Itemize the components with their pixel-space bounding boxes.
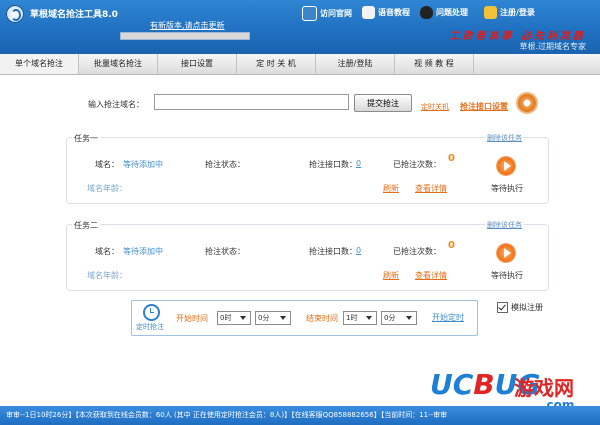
home-icon [302,6,317,21]
key-icon [484,6,497,19]
refresh-link[interactable]: 刷新 [383,183,399,194]
problem-handling-link[interactable]: 问题处理 [420,6,468,19]
problem-handling-label: 问题处理 [436,8,468,17]
task-panel-2: 任务二 删除该任务 域名： 等待添加中 抢注状态： 抢注接口数： 0 已抢注次数… [66,220,549,291]
ports-count-link[interactable]: 0 [356,159,361,168]
visit-website-link[interactable]: 访问官网 [302,6,352,21]
visit-website-label: 访问官网 [320,9,352,18]
timed-register-label: 定时抢注 [136,323,164,331]
start-time-label: 开始时间 [176,314,208,323]
update-link[interactable]: 有新版本,请点击更新 [150,20,225,31]
delete-task-link[interactable]: 删除该任务 [485,133,524,143]
simulate-register-checkbox[interactable] [497,302,508,313]
tab-single-domain[interactable]: 单个域名抢注 [0,54,79,74]
register-login-label: 注册/登录 [500,8,535,17]
domain-age-label: 域名年龄： [87,184,127,193]
voice-tutorial-label: 语音教程 [378,8,410,17]
update-progress-bar [120,32,250,40]
domain-input-label: 输入抢注域名： [88,100,144,109]
end-hour-select[interactable]: 1时 [343,311,377,325]
view-details-link[interactable]: 查看详情 [415,270,447,281]
watermark-cn: 游戏网 [514,376,574,400]
end-minute-select[interactable]: 0分 [381,311,417,325]
interface-settings-link[interactable]: 抢注接口设置 [460,101,508,112]
refresh-link[interactable]: 刷新 [383,270,399,281]
voice-tutorial-link[interactable]: 语音教程 [362,6,410,19]
watermark-uc: UC [430,368,474,401]
speaker-icon [362,6,375,19]
domain-label: 域名： [95,160,119,169]
app-logo-icon [6,5,24,23]
tab-timed-shutdown[interactable]: 定 时 关 机 [237,54,316,74]
task-state: 等待执行 [491,184,523,193]
status-label: 抢注状态： [205,247,245,256]
tab-batch-domain[interactable]: 批量域名抢注 [79,54,158,74]
ports-label: 抢注接口数： [309,160,357,169]
qq-penguin-icon [420,6,433,19]
gear-icon[interactable] [518,94,536,112]
view-details-link[interactable]: 查看详情 [415,183,447,194]
attempts-count: 0 [448,240,455,251]
tab-video-tutorial[interactable]: 视 频 教 程 [395,54,474,74]
status-label: 抢注状态： [205,160,245,169]
task-title: 任务一 [72,133,100,144]
attempts-label: 已抢注次数： [393,160,441,169]
task-panel-1: 任务一 删除该任务 域名： 等待添加中 抢注状态： 抢注接口数： 0 已抢注次数… [66,133,549,204]
play-icon[interactable] [497,157,515,175]
ports-count-link[interactable]: 0 [356,246,361,255]
domain-input[interactable] [154,94,349,110]
tab-bar: 单个域名抢注 批量域名抢注 接口设置 定 时 关 机 注册/登陆 视 频 教 程 [0,54,600,75]
domain-label: 域名： [95,247,119,256]
domain-value: 等待添加中 [123,160,163,169]
tab-register-login[interactable]: 注册/登陆 [316,54,395,74]
play-icon[interactable] [497,244,515,262]
timed-shutdown-link[interactable]: 定时关机 [421,102,449,112]
start-timer-link[interactable]: 开始定时 [432,312,464,323]
tab-interface-settings[interactable]: 接口设置 [158,54,237,74]
task-state: 等待执行 [491,271,523,280]
start-hour-select[interactable]: 0时 [217,311,251,325]
ports-label: 抢注接口数： [309,247,357,256]
clock-icon [143,304,160,321]
title-bar: 草根域名抢注工具8.0 有新版本,请点击更新 访问官网 语音教程 问题处理 注册… [0,0,600,54]
start-minute-select[interactable]: 0分 [255,311,291,325]
app-title: 草根域名抢注工具8.0 [30,10,118,20]
slogan: 工欲善其事 必先利其器 [449,31,586,42]
subslogan: 草根.过期域名专家 [519,42,586,51]
submit-register-button[interactable]: 提交抢注 [354,94,412,112]
domain-value: 等待添加中 [123,247,163,256]
task-title: 任务二 [72,220,100,231]
top-nav: 访问官网 语音教程 问题处理 注册/登录 [302,6,600,22]
attempts-count: 0 [448,153,455,164]
status-bar: 审审--1日10时26分】【本次获取到在线会员数：60人 (其中 正在使用定时抢… [0,406,600,425]
attempts-label: 已抢注次数： [393,247,441,256]
timed-register-panel: 定时抢注 开始时间 0时 0分 结束时间 1时 0分 开始定时 [131,300,478,336]
watermark-b: B [473,368,495,401]
status-text: 审审--1日10时26分】【本次获取到在线会员数：60人 (其中 正在使用定时抢… [6,411,448,419]
domain-age-label: 域名年龄： [87,271,127,280]
simulate-register-label: 模拟注册 [511,303,543,312]
delete-task-link[interactable]: 删除该任务 [485,220,524,230]
register-login-link[interactable]: 注册/登录 [484,6,535,19]
end-time-label: 结束时间 [306,314,338,323]
simulate-register-option[interactable]: 模拟注册 [497,302,543,313]
